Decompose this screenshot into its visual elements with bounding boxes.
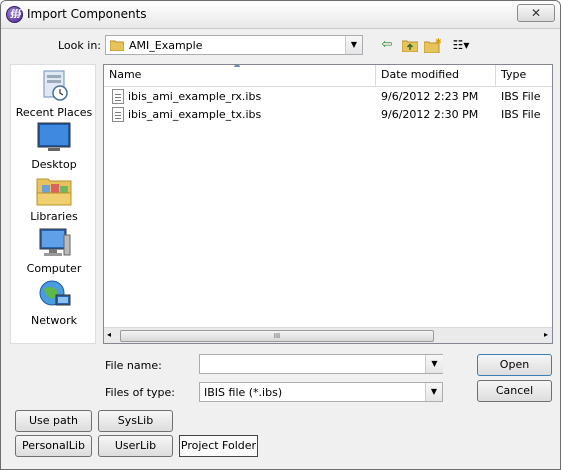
file-type: IBS File <box>501 90 541 103</box>
file-name: ibis_ami_example_rx.ibs <box>128 90 262 103</box>
desktop-icon <box>36 121 72 155</box>
column-header-date[interactable]: Date modified <box>376 65 496 87</box>
place-recent-places[interactable]: Recent Places <box>11 69 97 119</box>
file-date: 9/6/2012 2:23 PM <box>381 90 479 103</box>
chevron-down-icon[interactable]: ▼ <box>425 383 442 401</box>
network-icon <box>36 277 72 311</box>
look-in-combo[interactable]: AMI_Example ▼ <box>105 35 363 55</box>
chevron-down-icon[interactable]: ▼ <box>425 355 443 373</box>
files-of-type-label: Files of type: <box>105 386 176 399</box>
computer-icon <box>36 225 72 259</box>
close-button[interactable]: ✕ <box>517 4 555 22</box>
file-name: ibis_ami_example_tx.ibs <box>128 108 262 121</box>
window-title: Import Components <box>27 7 147 21</box>
title-bar[interactable]: ∰ Import Components ✕ <box>1 1 560 29</box>
file-icon <box>112 89 124 104</box>
place-label: Computer <box>26 262 82 275</box>
up-folder-icon[interactable] <box>400 36 420 54</box>
svg-text:✱: ✱ <box>435 38 442 46</box>
places-bar: Recent Places Desktop Libraries Computer… <box>10 64 96 344</box>
file-icon <box>112 107 124 122</box>
project-folder-button[interactable]: Project Folder <box>179 435 258 457</box>
personallib-button[interactable]: PersonalLib <box>15 435 92 457</box>
files-of-type-value: IBIS file (*.ibs) <box>204 386 283 399</box>
place-label: Libraries <box>30 210 78 223</box>
look-in-label: Look in: <box>58 39 101 52</box>
look-in-value: AMI_Example <box>129 39 203 52</box>
syslib-button[interactable]: SysLib <box>98 410 173 432</box>
view-menu-icon[interactable]: ☷▾ <box>447 36 475 54</box>
place-network[interactable]: Network <box>11 277 97 327</box>
scroll-left-icon[interactable]: ◂ <box>107 330 111 339</box>
recent-places-icon <box>36 69 72 103</box>
back-icon[interactable]: ⇦ <box>377 36 397 54</box>
app-logo-icon: ∰ <box>6 6 23 23</box>
files-of-type-combo[interactable]: IBIS file (*.ibs) ▼ <box>199 382 443 402</box>
file-row[interactable]: ibis_ami_example_tx.ibs 9/6/2012 2:30 PM… <box>104 106 552 124</box>
import-components-dialog: ∰ Import Components ✕ Look in: AMI_Examp… <box>0 0 561 470</box>
userlib-button[interactable]: UserLib <box>98 435 173 457</box>
horizontal-scrollbar[interactable]: ◂ III ▸ <box>104 327 552 343</box>
place-libraries[interactable]: Libraries <box>11 173 97 223</box>
libraries-icon <box>36 173 72 207</box>
scrollbar-thumb[interactable]: III <box>120 330 434 342</box>
new-folder-icon[interactable]: ✱ <box>423 36 443 54</box>
place-desktop[interactable]: Desktop <box>11 121 97 171</box>
column-header-name[interactable]: Name <box>104 65 376 87</box>
file-list[interactable]: ▲ Name Date modified Type ibis_ami_examp… <box>103 64 553 344</box>
use-path-button[interactable]: Use path <box>15 410 92 432</box>
file-date: 9/6/2012 2:30 PM <box>381 108 479 121</box>
chevron-down-icon[interactable]: ▼ <box>345 36 362 54</box>
scroll-right-icon[interactable]: ▸ <box>544 330 548 339</box>
column-header-type[interactable]: Type <box>496 65 552 87</box>
place-label: Network <box>31 314 77 327</box>
place-label: Recent Places <box>15 106 93 119</box>
file-list-header: ▲ Name Date modified Type <box>104 65 552 87</box>
cancel-button[interactable]: Cancel <box>477 380 552 402</box>
file-name-label: File name: <box>105 359 162 372</box>
file-type: IBS File <box>501 108 541 121</box>
folder-icon <box>110 40 124 51</box>
file-row[interactable]: ibis_ami_example_rx.ibs 9/6/2012 2:23 PM… <box>104 88 552 106</box>
file-name-dropdown[interactable]: ▼ <box>424 354 443 374</box>
file-name-input[interactable] <box>199 354 443 374</box>
open-button[interactable]: Open <box>477 354 552 376</box>
place-computer[interactable]: Computer <box>11 225 97 275</box>
place-label: Desktop <box>31 158 77 171</box>
